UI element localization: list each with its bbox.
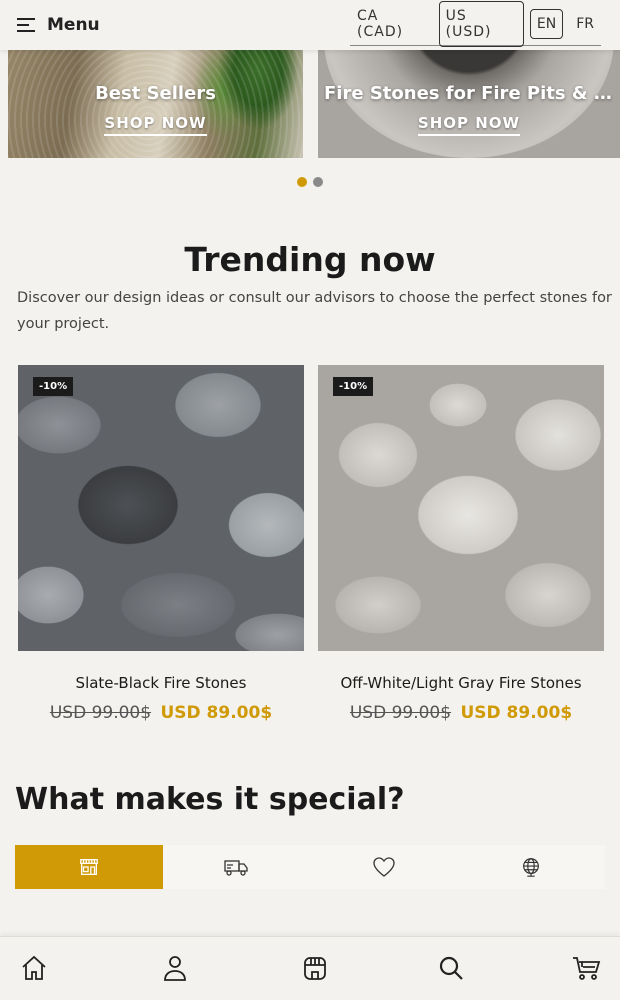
- store-icon: [79, 859, 98, 875]
- shop-now-link[interactable]: SHOP NOW: [417, 114, 521, 136]
- product-image[interactable]: -10%: [318, 365, 604, 651]
- tab-worldwide[interactable]: [458, 845, 606, 889]
- trending-title: Trending now: [184, 240, 436, 279]
- product-name[interactable]: Off-White/Light Gray Fire Stones: [318, 674, 604, 692]
- product-card[interactable]: -10% Slate-Black Fire Stones USD 99.00$ …: [18, 365, 304, 723]
- home-icon: [22, 955, 46, 980]
- special-tabs: [15, 845, 605, 889]
- menu-button[interactable]: Menu: [17, 15, 100, 35]
- nav-cart[interactable]: [571, 953, 601, 983]
- discount-badge: -10%: [333, 377, 374, 396]
- product-price: USD 99.00$ USD 89.00$: [18, 703, 304, 723]
- sale-price: USD 89.00$: [460, 703, 573, 723]
- shop-now-link[interactable]: SHOP NOW: [104, 114, 207, 136]
- product-card[interactable]: -10% Off-White/Light Gray Fire Stones US…: [318, 365, 604, 723]
- original-price: USD 99.00$: [49, 703, 152, 723]
- carousel-dots: [297, 177, 323, 187]
- product-price: USD 99.00$ USD 89.00$: [318, 703, 604, 723]
- tab-store[interactable]: [15, 845, 163, 889]
- carousel-dot[interactable]: [297, 177, 307, 187]
- product-image[interactable]: -10%: [18, 365, 304, 651]
- tab-delivery[interactable]: [163, 845, 311, 889]
- hamburger-icon: [17, 18, 37, 32]
- cart-icon: [573, 957, 601, 980]
- tab-favorites[interactable]: [310, 845, 458, 889]
- carousel-dot[interactable]: [313, 177, 323, 187]
- product-name[interactable]: Slate-Black Fire Stones: [18, 674, 304, 692]
- currency-usd[interactable]: US (USD): [438, 1, 524, 47]
- locale-switcher: CA (CAD) US (USD) EN FR: [350, 1, 601, 47]
- language-fr[interactable]: FR: [569, 9, 601, 39]
- site-header: Menu CA (CAD) US (USD) EN FR: [0, 0, 620, 50]
- slide-title: Best Sellers: [95, 83, 216, 104]
- special-title: What makes it special?: [15, 782, 405, 817]
- nav-account[interactable]: [160, 953, 190, 983]
- store-icon: [304, 957, 326, 980]
- trending-description: Discover our design ideas or consult our…: [17, 290, 612, 332]
- nav-store[interactable]: [300, 953, 330, 983]
- globe-icon: [523, 858, 540, 877]
- menu-label: Menu: [47, 15, 100, 35]
- heart-icon: [373, 857, 395, 877]
- slide-title: Fire Stones for Fire Pits & Fire Bowls: [324, 83, 614, 104]
- account-icon: [164, 956, 186, 981]
- discount-badge: -10%: [33, 377, 74, 396]
- sale-price: USD 89.00$: [160, 703, 273, 723]
- currency-cad[interactable]: CA (CAD): [350, 1, 436, 47]
- language-en[interactable]: EN: [529, 9, 564, 39]
- truck-icon: [224, 860, 248, 876]
- search-icon: [439, 956, 463, 980]
- bottom-navigation: [0, 936, 620, 1000]
- original-price: USD 99.00$: [349, 703, 452, 723]
- nav-search[interactable]: [436, 953, 466, 983]
- nav-home[interactable]: [19, 953, 49, 983]
